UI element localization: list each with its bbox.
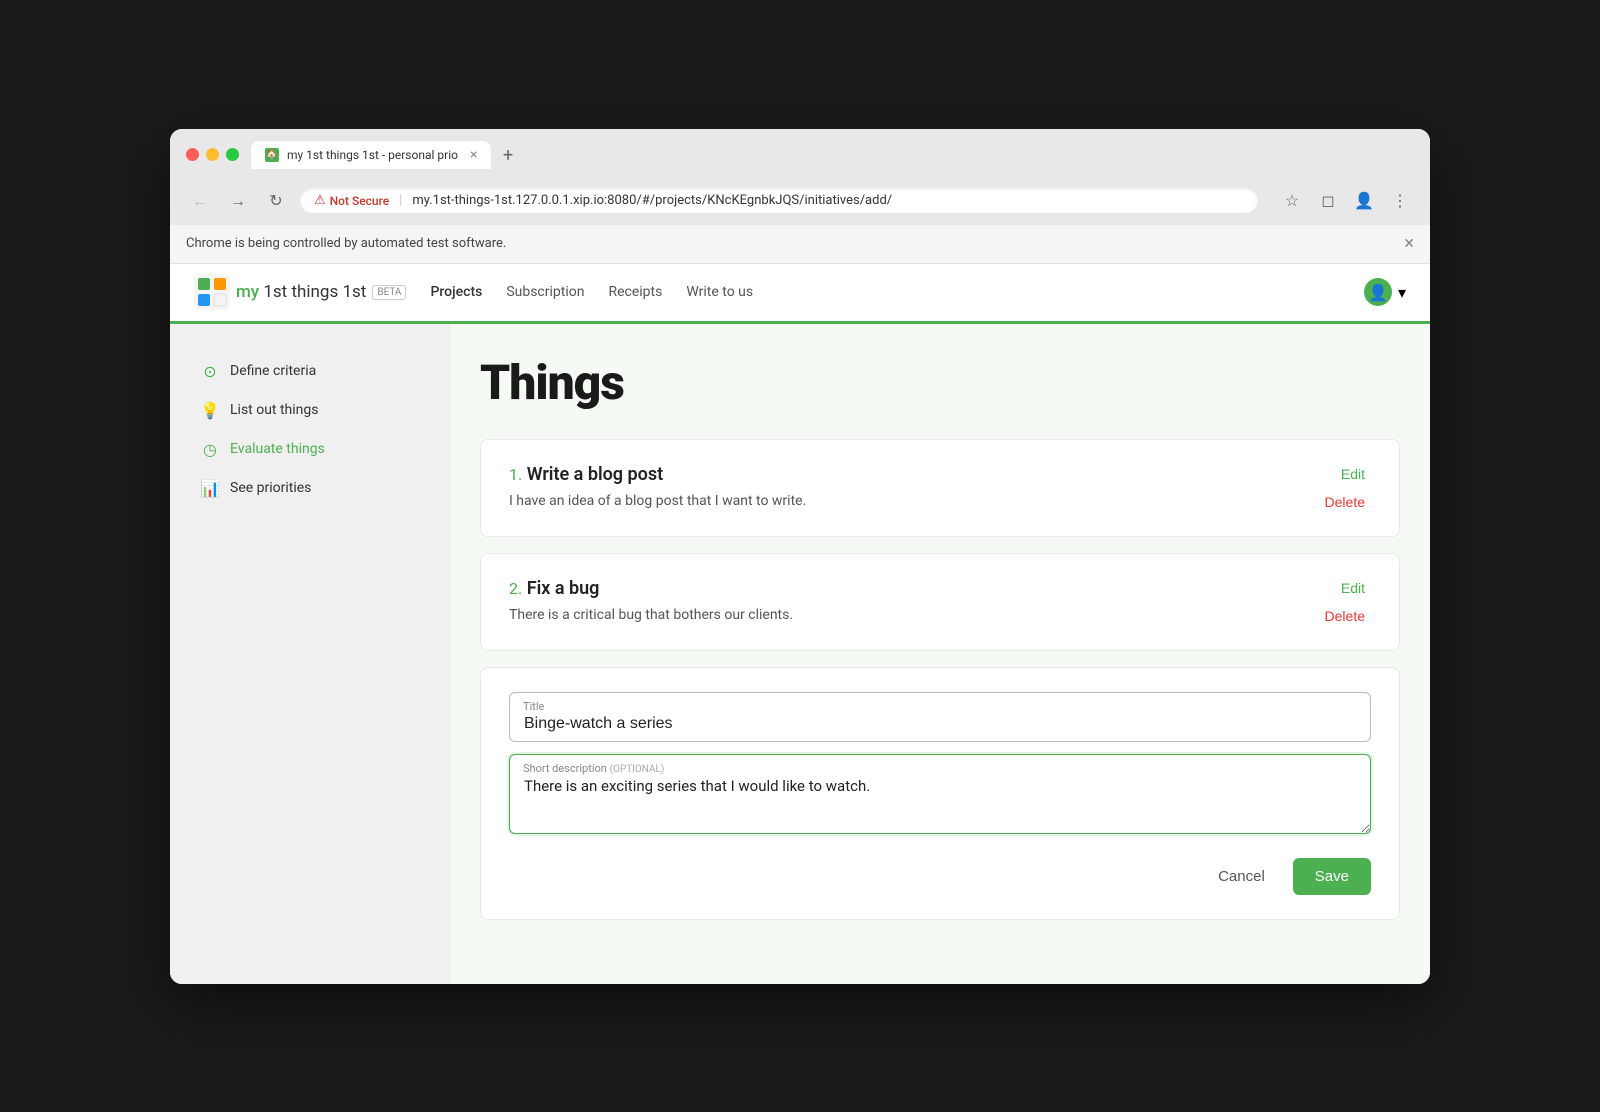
notification-close-button[interactable]: ×: [1404, 235, 1414, 253]
address-url: my.1st-things-1st.127.0.0.1.xip.io:8080/…: [412, 193, 1244, 208]
title-field-wrapper: Title: [509, 692, 1371, 742]
thing-description-2: There is a critical bug that bothers our…: [509, 607, 1295, 623]
thing-title-2: 2. Fix a bug: [509, 578, 1295, 599]
desc-form-group: Short description (OPTIONAL): [509, 754, 1371, 838]
address-bar-row: ← → ↻ ⚠ Not Secure | my.1st-things-1st.1…: [170, 179, 1430, 225]
user-avatar: 👤: [1364, 278, 1392, 306]
app-nav-links: Projects Subscription Receipts Write to …: [430, 284, 1364, 300]
save-button[interactable]: Save: [1293, 858, 1371, 895]
sidebar-label-evaluate-things: Evaluate things: [230, 441, 325, 457]
notification-bar: Chrome is being controlled by automated …: [170, 225, 1430, 264]
not-secure-label: Not Secure: [330, 194, 390, 208]
bookmark-button[interactable]: ☆: [1278, 187, 1306, 215]
tab-favicon: 🏠: [265, 148, 279, 162]
thing-title-1: 1. Write a blog post: [509, 464, 1295, 485]
app-logo[interactable]: my 1st things 1st BETA: [194, 274, 406, 310]
forward-button[interactable]: →: [224, 187, 252, 215]
thing-name-2: Fix a bug: [527, 578, 600, 599]
extension-button[interactable]: ◻: [1314, 187, 1342, 215]
profile-button[interactable]: 👤: [1350, 187, 1378, 215]
close-button[interactable]: [186, 148, 199, 161]
description-input[interactable]: [509, 754, 1371, 834]
sidebar-label-see-priorities: See priorities: [230, 480, 311, 496]
warning-icon: ⚠: [314, 193, 326, 208]
not-secure-indicator: ⚠ Not Secure: [314, 193, 389, 208]
content-area: Things 1. Write a blog post I have an id…: [450, 324, 1430, 984]
active-tab[interactable]: 🏠 my 1st things 1st - personal prio ×: [251, 141, 491, 169]
sidebar-label-define-criteria: Define criteria: [230, 363, 316, 379]
sidebar-item-list-out-things[interactable]: 💡 List out things: [190, 393, 430, 428]
back-button[interactable]: ←: [186, 187, 214, 215]
app-navbar: my 1st things 1st BETA Projects Subscrip…: [170, 264, 1430, 324]
clock-icon: ◷: [200, 440, 220, 459]
tab-close-button[interactable]: ×: [470, 148, 477, 162]
edit-button-1[interactable]: Edit: [1335, 464, 1371, 484]
beta-badge: BETA: [372, 285, 406, 300]
sidebar-item-evaluate-things[interactable]: ◷ Evaluate things: [190, 432, 430, 467]
add-form-row: Title Short description (OPTIONAL): [509, 692, 1371, 850]
nav-receipts[interactable]: Receipts: [608, 284, 662, 300]
desc-field-wrapper: Short description (OPTIONAL): [509, 754, 1371, 838]
lightbulb-icon: 💡: [200, 401, 220, 420]
sidebar-label-list-out-things: List out things: [230, 402, 319, 418]
edit-button-2[interactable]: Edit: [1335, 578, 1371, 598]
maximize-button[interactable]: [226, 148, 239, 161]
nav-subscription[interactable]: Subscription: [506, 284, 584, 300]
traffic-lights: [186, 148, 239, 161]
chart-icon: 📊: [200, 479, 220, 498]
tab-bar: 🏠 my 1st things 1st - personal prio × +: [251, 141, 1414, 169]
address-actions: ☆ ◻ 👤 ⋮: [1278, 187, 1414, 215]
nav-write-to-us[interactable]: Write to us: [686, 284, 753, 300]
thing-card-2: 2. Fix a bug There is a critical bug tha…: [480, 553, 1400, 651]
add-card-actions: Cancel Save: [509, 858, 1371, 895]
sidebar-item-define-criteria[interactable]: ⊙ Define criteria: [190, 354, 430, 389]
delete-button-1[interactable]: Delete: [1319, 492, 1371, 512]
thing-card-content-1: 1. Write a blog post I have an idea of a…: [509, 464, 1295, 509]
title-form-group: Title: [509, 692, 1371, 742]
tab-title: my 1st things 1st - personal prio: [287, 148, 458, 162]
title-input[interactable]: [509, 692, 1371, 742]
title-bar: 🏠 my 1st things 1st - personal prio × +: [170, 129, 1430, 179]
user-menu[interactable]: 👤 ▾: [1364, 278, 1406, 306]
logo-rest: 1st things 1st: [259, 282, 366, 302]
logo-text: my 1st things 1st: [236, 282, 366, 302]
page-title: Things: [480, 354, 1400, 411]
reload-button[interactable]: ↻: [262, 187, 290, 215]
app-content: my 1st things 1st BETA Projects Subscrip…: [170, 264, 1430, 984]
new-tab-button[interactable]: +: [495, 143, 521, 169]
minimize-button[interactable]: [206, 148, 219, 161]
thing-description-1: I have an idea of a blog post that I wan…: [509, 493, 1295, 509]
thing-actions-1: Edit Delete: [1319, 464, 1371, 512]
thing-name-1: Write a blog post: [527, 464, 663, 485]
browser-window: 🏠 my 1st things 1st - personal prio × + …: [170, 129, 1430, 984]
main-layout: ⊙ Define criteria 💡 List out things ◷ Ev…: [170, 324, 1430, 984]
thing-actions-2: Edit Delete: [1319, 578, 1371, 626]
cancel-button[interactable]: Cancel: [1204, 860, 1279, 893]
thing-number-1: 1.: [509, 465, 522, 484]
logo-my: my: [236, 282, 259, 302]
sidebar: ⊙ Define criteria 💡 List out things ◷ Ev…: [170, 324, 450, 984]
menu-button[interactable]: ⋮: [1386, 187, 1414, 215]
logo-icon: [194, 274, 230, 310]
thing-card-content-2: 2. Fix a bug There is a critical bug tha…: [509, 578, 1295, 623]
delete-button-2[interactable]: Delete: [1319, 606, 1371, 626]
address-divider: |: [399, 193, 402, 208]
thing-card-1: 1. Write a blog post I have an idea of a…: [480, 439, 1400, 537]
thing-number-2: 2.: [509, 579, 522, 598]
add-thing-card: Title Short description (OPTIONAL): [480, 667, 1400, 920]
nav-projects[interactable]: Projects: [430, 284, 482, 300]
address-box[interactable]: ⚠ Not Secure | my.1st-things-1st.127.0.0…: [300, 188, 1258, 213]
user-dropdown-arrow: ▾: [1398, 283, 1406, 302]
add-form-fields: Title Short description (OPTIONAL): [509, 692, 1371, 850]
sidebar-item-see-priorities[interactable]: 📊 See priorities: [190, 471, 430, 506]
notification-text: Chrome is being controlled by automated …: [186, 236, 506, 251]
check-circle-icon: ⊙: [200, 362, 220, 381]
